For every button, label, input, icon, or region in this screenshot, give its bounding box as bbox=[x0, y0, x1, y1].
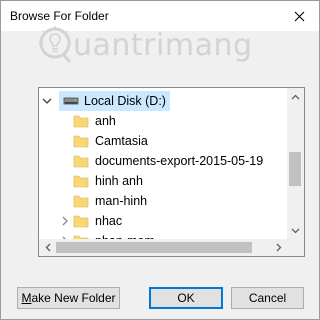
tree-item-camtasia[interactable]: Camtasia bbox=[57, 131, 148, 151]
tree-item-man-hinh[interactable]: man-hinh bbox=[57, 191, 147, 211]
vertical-scrollbar[interactable] bbox=[287, 88, 304, 256]
folder-icon bbox=[73, 115, 89, 128]
chevron-right-icon bbox=[276, 243, 281, 252]
tree-item-documents-export[interactable]: documents-export-2015-05-19 bbox=[57, 151, 263, 171]
scroll-right-button[interactable] bbox=[270, 239, 287, 256]
scrollbar-corner bbox=[287, 239, 304, 256]
folder-icon bbox=[73, 195, 89, 208]
chevron-right-icon[interactable] bbox=[60, 216, 70, 226]
folder-icon bbox=[73, 215, 89, 228]
vertical-scroll-thumb[interactable] bbox=[289, 152, 301, 186]
lightbulb-logo-icon bbox=[39, 26, 72, 63]
folder-icon bbox=[73, 175, 89, 188]
chevron-down-icon bbox=[291, 228, 300, 233]
tree-item-label: nhac bbox=[95, 214, 123, 228]
close-button[interactable] bbox=[279, 1, 319, 31]
tree-item-local-disk[interactable]: Local Disk (D:) bbox=[39, 91, 170, 111]
tree-item-label: documents-export-2015-05-19 bbox=[95, 154, 264, 168]
tree-item-label: anh bbox=[95, 114, 116, 128]
chevron-down-icon[interactable] bbox=[42, 96, 52, 106]
chevron-left-icon bbox=[45, 243, 50, 252]
tree-item-label: man-hinh bbox=[95, 194, 148, 208]
tree-item-label: hinh anh bbox=[95, 174, 143, 188]
chevron-up-icon bbox=[291, 94, 300, 99]
tree-item-label: Local Disk (D:) bbox=[84, 94, 166, 108]
cancel-label: Cancel bbox=[248, 291, 287, 305]
ok-label: OK bbox=[177, 291, 195, 305]
folder-icon bbox=[73, 155, 89, 168]
horizontal-scroll-thumb[interactable] bbox=[56, 242, 252, 253]
watermark-text: uantrimang bbox=[73, 27, 253, 63]
tree-item-hinh-anh[interactable]: hinh anh bbox=[57, 171, 143, 191]
horizontal-scrollbar[interactable] bbox=[39, 239, 287, 256]
folder-icon bbox=[73, 135, 89, 148]
tree-item-anh[interactable]: anh bbox=[57, 111, 116, 131]
browse-for-folder-dialog: Browse For Folder uantrimang Local Disk … bbox=[0, 0, 320, 320]
drive-icon bbox=[63, 97, 79, 105]
mnemonic-letter: M bbox=[21, 291, 32, 305]
close-icon bbox=[294, 11, 304, 21]
scroll-down-button[interactable] bbox=[287, 222, 304, 239]
dialog-title: Browse For Folder bbox=[10, 9, 109, 23]
make-new-folder-label: ake New Folder bbox=[31, 291, 116, 305]
cancel-button[interactable]: Cancel bbox=[231, 287, 304, 309]
make-new-folder-button[interactable]: Make New Folder bbox=[17, 287, 120, 309]
ok-button[interactable]: OK bbox=[149, 287, 223, 309]
folder-tree[interactable]: Local Disk (D:) anh Camtasia documents-e… bbox=[38, 87, 305, 257]
scroll-left-button[interactable] bbox=[39, 239, 56, 256]
tree-item-nhac[interactable]: nhac bbox=[57, 211, 122, 231]
tree-item-label: Camtasia bbox=[95, 134, 148, 148]
scroll-up-button[interactable] bbox=[287, 88, 304, 105]
title-bar: Browse For Folder bbox=[1, 1, 319, 31]
